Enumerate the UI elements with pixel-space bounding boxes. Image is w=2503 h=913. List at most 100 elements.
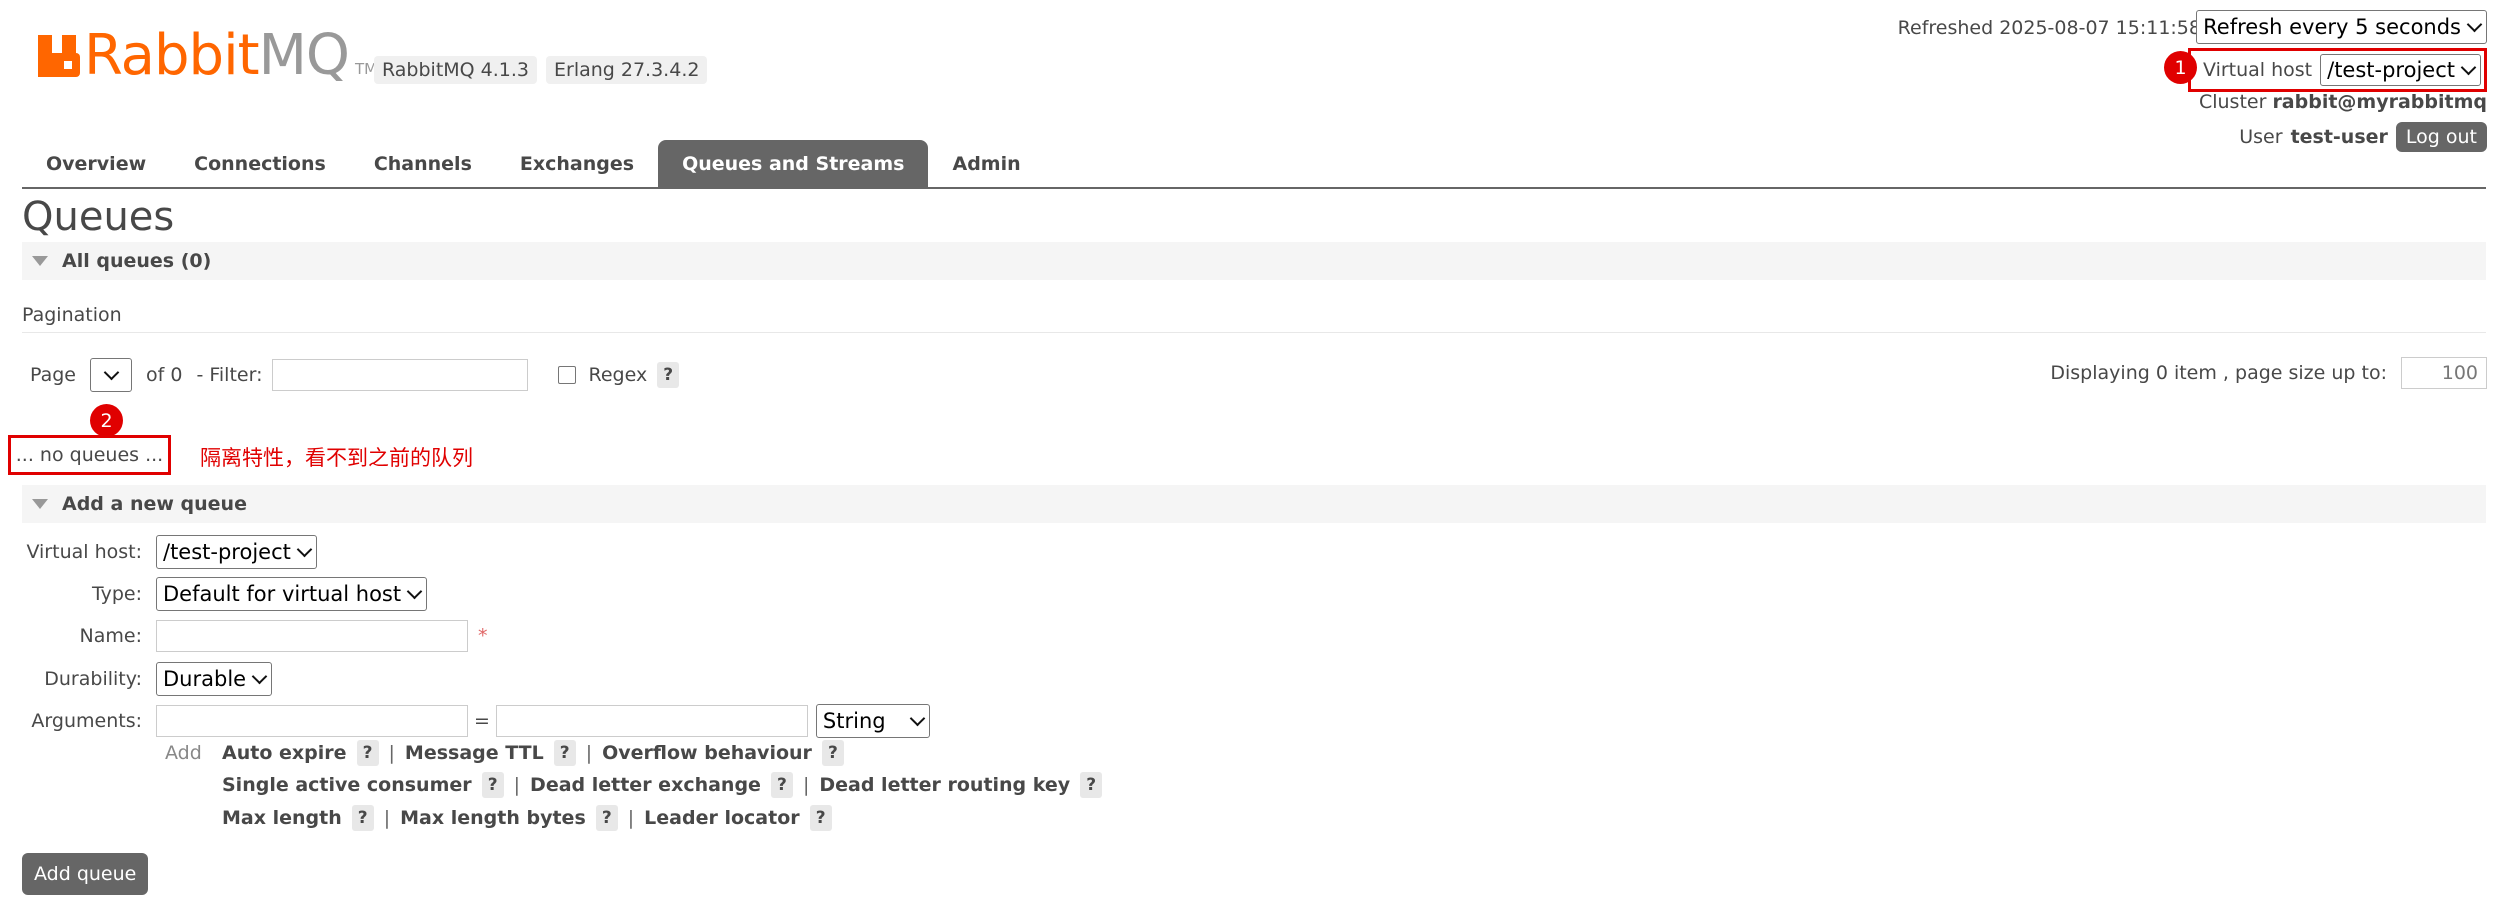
help-icon[interactable]: ? — [356, 740, 379, 766]
tab-admin[interactable]: Admin — [928, 140, 1044, 188]
tab-exchanges[interactable]: Exchanges — [496, 140, 658, 188]
argument-type-select[interactable]: String — [815, 704, 930, 738]
logo-text-mq: MQ — [258, 23, 350, 88]
argument-shortcuts-row-2: Single active consumer ? | Dead letter e… — [222, 772, 1103, 798]
help-icon[interactable]: ? — [809, 805, 832, 831]
separator: | — [383, 807, 391, 829]
virtual-host-selector-highlight: Virtual host /test-project — [2187, 48, 2487, 92]
arguments-field-label: Arguments: — [31, 710, 142, 732]
regex-label: Regex — [588, 364, 648, 386]
user-info: User test-user Log out — [2239, 122, 2487, 152]
help-icon[interactable]: ? — [553, 740, 576, 766]
add-queue-button[interactable]: Add queue — [22, 853, 149, 895]
logo-text-rabbit: Rabbit — [84, 23, 260, 88]
chevron-down-icon — [296, 541, 313, 558]
argument-value-input[interactable] — [495, 705, 808, 737]
add-queue-header-label: Add a new queue — [62, 493, 247, 515]
virtual-host-label: Virtual host — [2202, 59, 2313, 81]
pagination-divider — [22, 332, 2486, 333]
arg-link-leader-locator[interactable]: Leader locator — [644, 807, 799, 829]
tab-channels[interactable]: Channels — [350, 140, 496, 188]
erlang-version-badge: Erlang 27.3.4.2 — [546, 56, 708, 84]
add-argument-link[interactable]: Add — [165, 742, 202, 764]
argument-shortcuts-row-3: Max length ? | Max length bytes ? | Lead… — [222, 805, 832, 831]
separator: | — [627, 807, 635, 829]
arg-link-message-ttl[interactable]: Message TTL — [405, 742, 544, 764]
form-row-virtual-host: Virtual host: /test-project — [22, 535, 317, 569]
refresh-interval-value: Refresh every 5 seconds — [2203, 15, 2461, 39]
required-marker: * — [478, 625, 488, 647]
page-count-label: of 0 — [146, 364, 183, 386]
arg-link-max-length[interactable]: Max length — [222, 807, 342, 829]
help-icon[interactable]: ? — [351, 805, 374, 831]
help-icon[interactable]: ? — [770, 772, 793, 798]
page-label: Page — [30, 364, 76, 386]
arg-link-single-active-consumer[interactable]: Single active consumer — [222, 774, 472, 796]
separator: | — [513, 774, 521, 796]
all-queues-section-header[interactable]: All queues (0) — [22, 242, 2486, 280]
chevron-down-icon — [251, 668, 268, 685]
queue-name-input[interactable] — [156, 620, 468, 652]
chevron-down-icon — [2466, 16, 2483, 33]
separator: | — [388, 742, 395, 764]
arg-link-max-length-bytes[interactable]: Max length bytes — [400, 807, 586, 829]
refresh-interval-select[interactable]: Refresh every 5 seconds — [2196, 10, 2487, 44]
pagination-label: Pagination — [22, 304, 122, 326]
tab-queues-and-streams[interactable]: Queues and Streams — [658, 140, 929, 188]
arg-link-auto-expire[interactable]: Auto expire — [222, 742, 347, 764]
pagination-controls: Page of 0 - Filter: Regex ? — [30, 358, 680, 392]
logout-button[interactable]: Log out — [2395, 122, 2487, 152]
cluster-name: rabbit@myrabbitmq — [2272, 91, 2487, 113]
argument-shortcuts-row-1: Auto expire ? | Message TTL ? | Overflow… — [222, 740, 844, 766]
queue-virtual-host-select[interactable]: /test-project — [156, 535, 317, 569]
name-field-label: Name: — [79, 625, 142, 647]
arg-link-dead-letter-routing-key[interactable]: Dead letter routing key — [819, 774, 1070, 796]
chevron-down-icon — [2460, 59, 2477, 76]
page-title: Queues — [22, 194, 175, 240]
help-icon[interactable]: ? — [481, 772, 504, 798]
tab-overview[interactable]: Overview — [22, 140, 170, 188]
queue-type-select[interactable]: Default for virtual host — [156, 577, 428, 611]
chevron-down-icon — [406, 583, 423, 600]
virtual-host-value: /test-project — [2327, 58, 2455, 82]
page-select[interactable] — [90, 358, 132, 392]
no-queues-message: ... no queues ... — [8, 435, 171, 475]
virtual-host-select[interactable]: /test-project — [2320, 54, 2481, 86]
all-queues-label: All queues (0) — [62, 250, 212, 272]
user-name: test-user — [2290, 126, 2388, 148]
display-count-controls: Displaying 0 item , page size up to: 100 — [2050, 357, 2487, 389]
chevron-down-icon — [909, 710, 926, 727]
filter-input[interactable] — [272, 359, 529, 391]
help-icon[interactable]: ? — [1080, 772, 1103, 798]
regex-checkbox[interactable] — [558, 366, 577, 384]
rabbitmq-logo: Rabbit MQ TM — [38, 28, 377, 84]
displaying-label: Displaying 0 item , page size up to: — [2050, 362, 2387, 384]
equals-sign: = — [474, 710, 490, 732]
filter-label: - Filter: — [196, 364, 263, 386]
arg-link-overflow-behaviour[interactable]: Overflow behaviour — [602, 742, 812, 764]
form-row-arguments: Arguments: = String — [22, 704, 930, 738]
durability-field-label: Durability: — [44, 668, 142, 690]
help-icon[interactable]: ? — [821, 740, 844, 766]
help-icon[interactable]: ? — [595, 805, 618, 831]
user-label: User — [2239, 126, 2283, 148]
main-nav-tabs: Overview Connections Channels Exchanges … — [22, 140, 1045, 188]
queue-type-value: Default for virtual host — [163, 582, 402, 606]
arg-link-dead-letter-exchange[interactable]: Dead letter exchange — [530, 774, 761, 796]
form-row-durability: Durability: Durable — [22, 662, 273, 696]
regex-help-icon[interactable]: ? — [657, 362, 680, 388]
rabbitmq-version-badge: RabbitMQ 4.1.3 — [374, 56, 538, 84]
add-queue-section-header[interactable]: Add a new queue — [22, 485, 2486, 523]
collapse-triangle-icon — [32, 499, 48, 509]
separator: | — [802, 774, 810, 796]
cluster-label: Cluster — [2198, 91, 2267, 113]
refreshed-timestamp: Refreshed 2025-08-07 15:11:58 — [1897, 17, 2201, 39]
page-size-input[interactable]: 100 — [2401, 357, 2487, 389]
argument-key-input[interactable] — [156, 705, 468, 737]
collapse-triangle-icon — [32, 256, 48, 266]
annotation-marker-2: 2 — [90, 404, 123, 437]
durability-select[interactable]: Durable — [156, 662, 273, 696]
tab-connections[interactable]: Connections — [170, 140, 350, 188]
annotation-note: 隔离特性，看不到之前的队列 — [200, 446, 473, 470]
rabbit-logo-icon — [38, 35, 80, 77]
